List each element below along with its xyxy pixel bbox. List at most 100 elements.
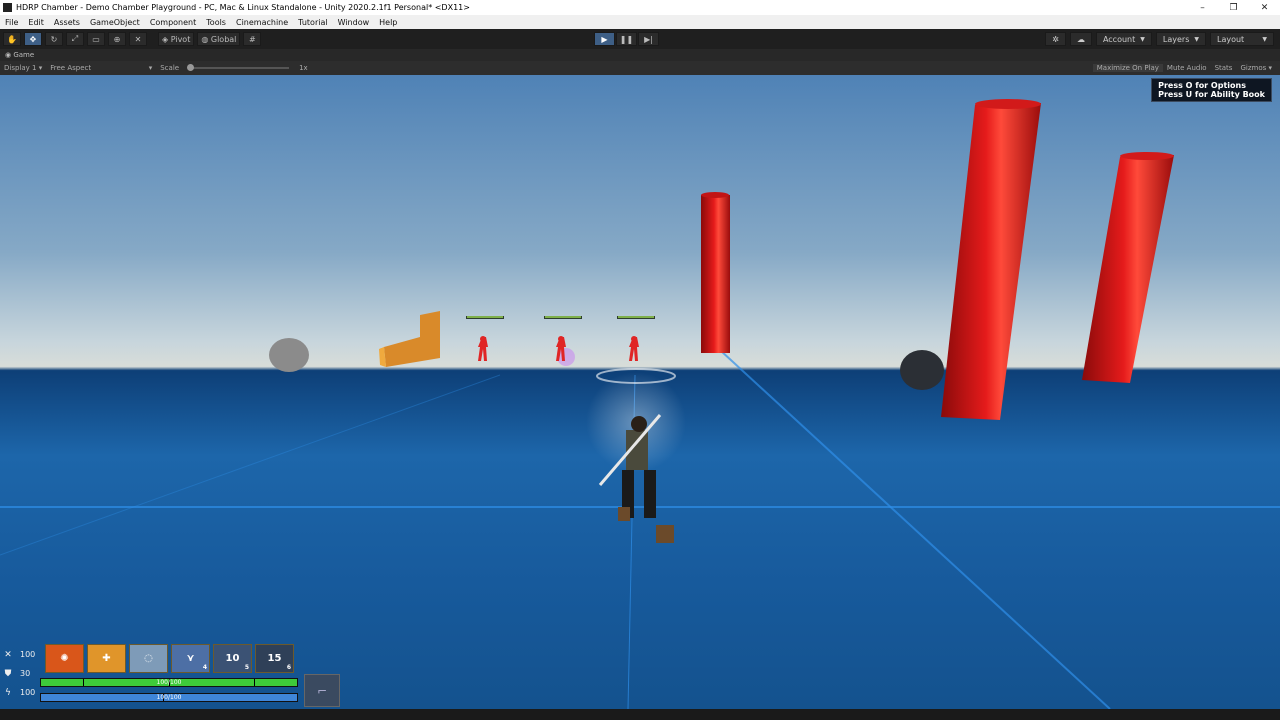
attack-value: 100 (20, 650, 36, 659)
game-view-icon: ◉ (5, 51, 12, 59)
menu-bar: File Edit Assets GameObject Component To… (0, 15, 1280, 29)
unity-logo-icon (3, 3, 12, 12)
rock-gray (269, 338, 309, 372)
collab-icon[interactable]: ✲ (1045, 32, 1066, 46)
menu-gameobject[interactable]: GameObject (85, 18, 145, 27)
menu-help[interactable]: Help (374, 18, 402, 27)
menu-edit[interactable]: Edit (23, 18, 49, 27)
health-label: 100/100 (156, 679, 182, 686)
menu-assets[interactable]: Assets (49, 18, 85, 27)
window-titlebar: HDRP Chamber - Demo Chamber Playground -… (0, 0, 1280, 15)
red-pillar-large (941, 99, 1041, 420)
playback-controls: ▶ ❚❚ ▶| (593, 32, 659, 46)
defense-value: 30 (20, 669, 31, 678)
player-hud: ✕ 100 ⛊ 30 ϟ 100 ✺ ✚ ◌ ⋎ 4 10 5 15 6 100/100 1… (0, 643, 345, 707)
player-character (586, 372, 686, 543)
pivot-label: Pivot (170, 34, 191, 44)
move-tool-icon[interactable]: ✥ (24, 32, 42, 46)
ability-slot-3[interactable]: ◌ (129, 644, 168, 673)
chevron-down-icon: ▼ (1194, 35, 1199, 43)
wind-ability-icon: ◌ (144, 653, 153, 664)
health-bar: 100/100 (40, 678, 298, 687)
toolbar-right: ✲ ☁ Account ▼ Layers ▼ Layout ▼ (1041, 32, 1274, 46)
scale-slider[interactable] (187, 64, 290, 71)
rotate-tool-icon[interactable]: ↻ (45, 32, 63, 46)
grid-snap-icon[interactable]: # (243, 32, 262, 46)
custom-tool-icon[interactable]: ✕ (129, 32, 147, 46)
menu-tools[interactable]: Tools (201, 18, 231, 27)
controls-hint: Press O for Options Press U for Ability … (1151, 78, 1272, 102)
red-pillar-small (701, 192, 730, 353)
account-label: Account (1102, 34, 1136, 44)
ability-slot-4[interactable]: ⋎ 4 (171, 644, 210, 673)
hint-ability-book: Press U for Ability Book (1158, 90, 1265, 99)
chevron-down-icon: ▾ (148, 64, 153, 72)
rock-dark (900, 350, 944, 390)
holy-ability-icon: ✚ (102, 653, 111, 664)
gizmos-label: Gizmos (1240, 64, 1267, 72)
aspect-label: Free Aspect (50, 64, 92, 72)
defense-stat: ⛊ 30 (2, 664, 38, 683)
mute-audio-toggle[interactable]: Mute Audio (1163, 64, 1211, 72)
menu-cinemachine[interactable]: Cinemachine (231, 18, 293, 27)
menu-file[interactable]: File (0, 18, 23, 27)
display-label: Display 1 (4, 64, 37, 72)
scale-slider-knob[interactable] (187, 64, 195, 71)
stats-toggle[interactable]: Stats (1211, 64, 1237, 72)
window-title: HDRP Chamber - Demo Chamber Playground -… (16, 3, 470, 12)
close-button[interactable]: ✕ (1249, 3, 1280, 13)
maximize-on-play-toggle[interactable]: Maximize On Play (1092, 64, 1163, 72)
menu-tutorial[interactable]: Tutorial (293, 18, 332, 27)
game-tab[interactable]: ◉ Game (0, 49, 1280, 61)
ability-slot-2[interactable]: ✚ (87, 644, 126, 673)
mana-bar: 100/100 (40, 693, 298, 702)
scale-value: 1x (299, 64, 308, 72)
pivot-toggle[interactable]: ◈ Pivot (158, 32, 195, 46)
display-dropdown[interactable]: Display 1 ▾ (0, 64, 46, 72)
game-tab-label: Game (13, 51, 35, 59)
global-toggle[interactable]: ◍ Global (197, 32, 241, 46)
lightning-icon: ϟ (5, 687, 11, 698)
cloud-icon[interactable]: ☁ (1069, 32, 1092, 46)
chevron-down-icon: ▾ (38, 64, 43, 72)
crossed-swords-icon: ✕ (4, 649, 12, 660)
energy-value: 100 (20, 688, 36, 697)
main-toolbar: ✋ ✥ ↻ ⤢ ▭ ⊕ ✕ ◈ Pivot ◍ Global # ▶ ❚❚ ▶|… (0, 29, 1280, 49)
gun-icon: ⌐ (316, 683, 328, 698)
gizmos-dropdown[interactable]: Gizmos ▾ (1236, 64, 1276, 72)
pivot-icon: ◈ (162, 34, 169, 44)
mana-label: 100/100 (156, 694, 182, 701)
shield-icon: ⛊ (4, 668, 12, 679)
layers-dropdown[interactable]: Layers ▼ (1155, 32, 1206, 46)
transform-tool-icon[interactable]: ⊕ (108, 32, 126, 46)
play-icon[interactable]: ▶ (594, 32, 615, 46)
account-dropdown[interactable]: Account ▼ (1095, 32, 1152, 46)
game-view-toolbar: Display 1 ▾ Free Aspect ▾ Scale 1x Maximi… (0, 61, 1280, 75)
enemy-1 (466, 316, 504, 361)
menu-component[interactable]: Component (145, 18, 201, 27)
ability-hotkey: 5 (244, 664, 249, 671)
ability-slot-5[interactable]: 10 5 (213, 644, 252, 673)
fire-ability-icon: ✺ (60, 653, 69, 664)
layout-dropdown[interactable]: Layout ▼ (1210, 32, 1274, 46)
dash-ability-icon: ⋎ (186, 653, 195, 664)
scale-tool-icon[interactable]: ⤢ (66, 32, 84, 46)
layout-label: Layout (1217, 34, 1245, 44)
ability-slot-6[interactable]: 15 6 (255, 644, 294, 673)
rect-tool-icon[interactable]: ▭ (87, 32, 105, 46)
game-viewport[interactable]: Press O for Options Press U for Ability … (0, 75, 1280, 709)
step-icon[interactable]: ▶| (638, 32, 659, 46)
weapon-slot[interactable]: ⌐ (304, 674, 340, 707)
ability-slot-1[interactable]: ✺ (45, 644, 84, 673)
pause-icon[interactable]: ❚❚ (616, 32, 637, 46)
ability-cooldown: 10 (225, 653, 240, 664)
hand-tool-icon[interactable]: ✋ (3, 32, 21, 46)
menu-window[interactable]: Window (333, 18, 375, 27)
minimize-button[interactable]: – (1187, 3, 1218, 13)
ability-cooldown: 15 (267, 653, 282, 664)
restore-button[interactable]: ❐ (1218, 3, 1249, 13)
globe-icon: ◍ (201, 34, 209, 44)
red-pillar-right (1082, 152, 1174, 383)
global-label: Global (210, 34, 237, 44)
aspect-dropdown[interactable]: Free Aspect ▾ (46, 64, 156, 72)
